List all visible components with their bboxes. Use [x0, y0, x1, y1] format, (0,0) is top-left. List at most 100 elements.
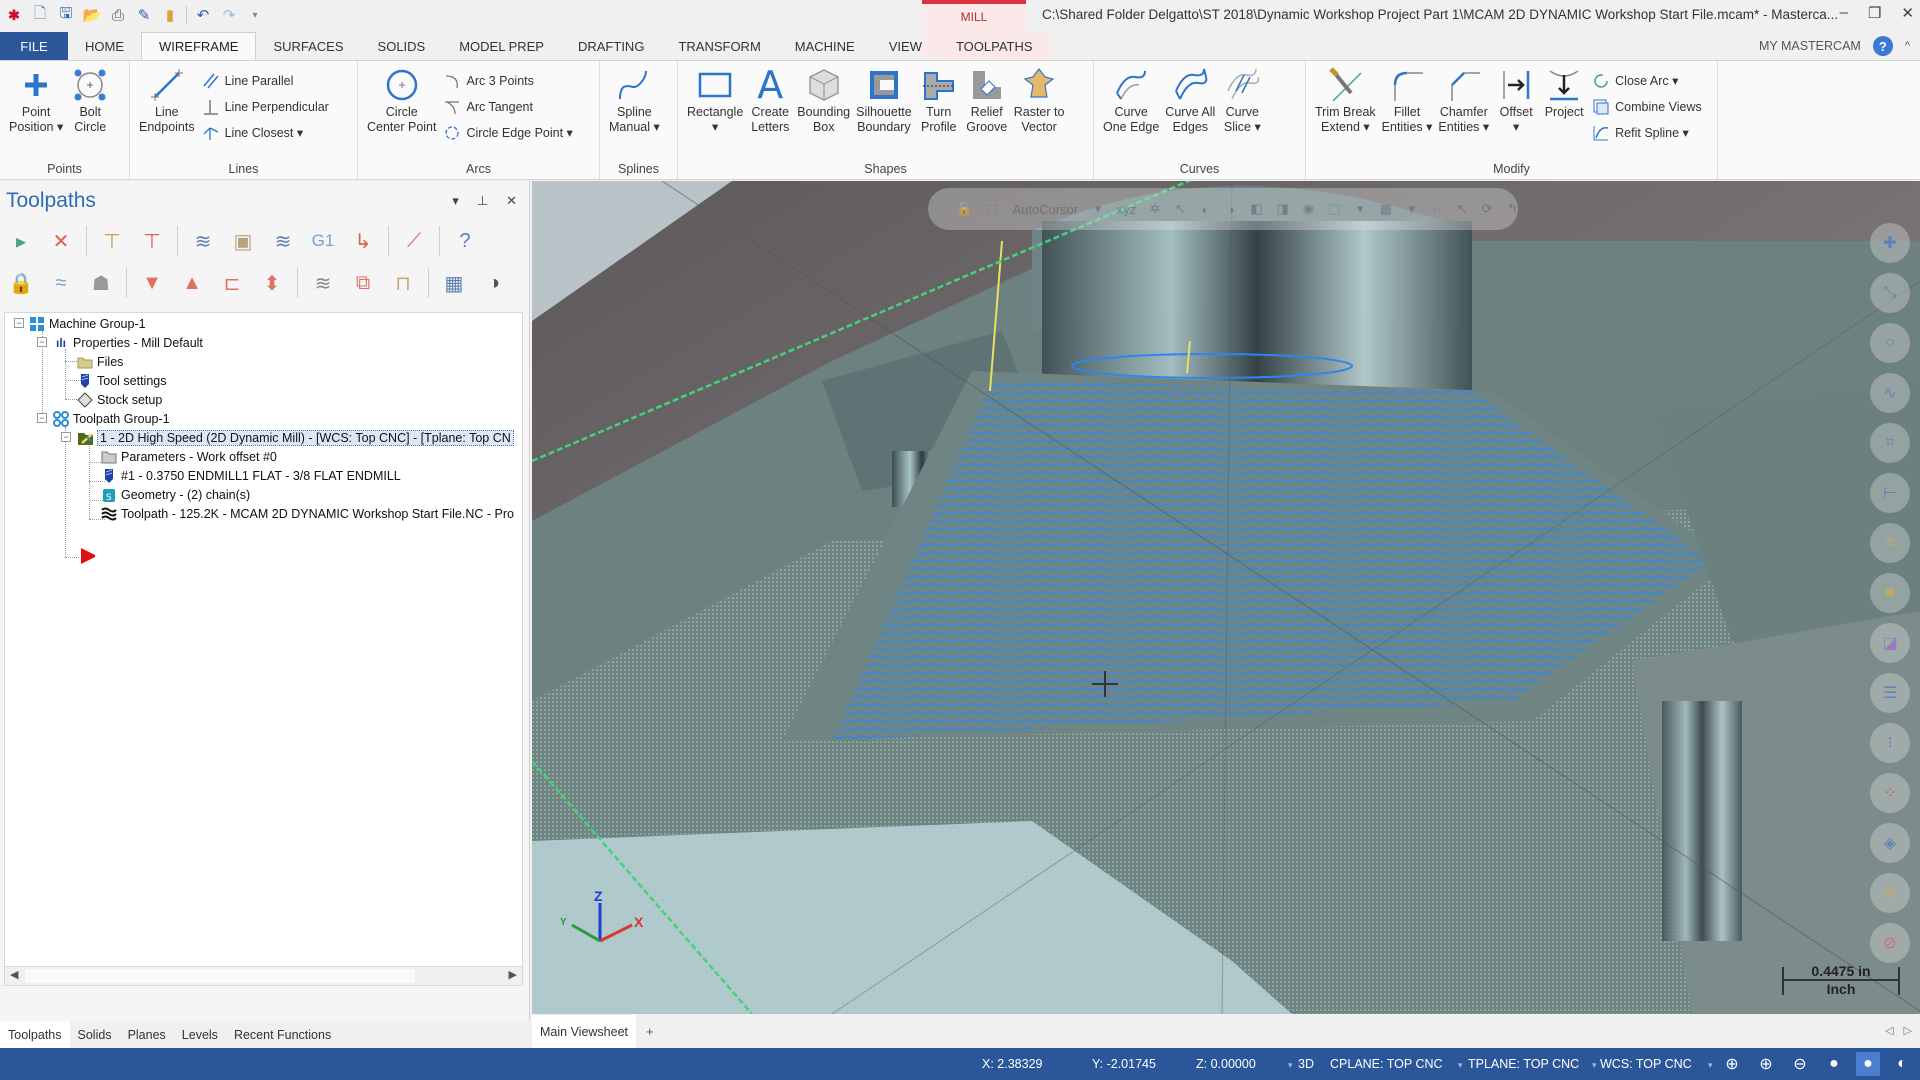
tab-drafting[interactable]: DRAFTING [561, 32, 661, 60]
select-last-icon[interactable]: ↖ [1456, 200, 1468, 218]
app-logo-icon[interactable]: ✱ [4, 5, 24, 25]
tplane-dropdown-icon[interactable]: ▾ [1582, 1057, 1597, 1071]
save-as-icon[interactable]: ✎ [134, 5, 154, 25]
select-cursor-icon[interactable]: ⬚ [986, 200, 998, 218]
autocursor-label[interactable]: AutoCursor [1012, 202, 1078, 217]
scroll-left-arrow-icon[interactable]: ◀ [10, 968, 18, 981]
scroll-insert-arrow-icon[interactable]: ⬍ [257, 268, 287, 298]
tab-model-prep[interactable]: MODEL PREP [442, 32, 561, 60]
combine-views-button[interactable]: Combine Views [1592, 95, 1702, 118]
redo-icon[interactable]: ↷ [219, 5, 239, 25]
settings-icon[interactable]: ✲ [1149, 200, 1161, 218]
only-display-selected-icon[interactable]: ≋ [308, 268, 338, 298]
color-palette-icon[interactable]: ⁘ [1870, 773, 1910, 813]
viewsheet-next-icon[interactable]: ▷ [1904, 1024, 1912, 1037]
circle-mask-icon[interactable]: ○ [1870, 323, 1910, 363]
line-closest-button[interactable]: Line Closest ▾ [202, 121, 329, 144]
insert-after-icon[interactable]: ⊏ [217, 268, 247, 298]
tree-node-operation[interactable]: 1 - 2D High Speed (2D Dynamic Mill) - [W… [77, 428, 514, 447]
viewsheet-tab-main[interactable]: Main Viewsheet [532, 1015, 637, 1048]
verify-icon[interactable]: ▣ [228, 226, 258, 256]
translucency-icon[interactable]: ◐ [1890, 1052, 1914, 1076]
spline-mask-icon[interactable]: ∿ [1870, 373, 1910, 413]
properties-icon[interactable]: ▮ [160, 5, 180, 25]
post-selected-icon[interactable]: G1 [308, 226, 338, 256]
section-globe-icon[interactable]: ⊖ [1788, 1052, 1812, 1076]
tree-node-tool-settings[interactable]: Tool settings [77, 371, 166, 390]
z-dropdown-icon[interactable]: ▾ [1278, 1057, 1293, 1071]
new-file-icon[interactable]: 🗋 [30, 5, 50, 25]
machine-simulation-icon[interactable]: ▦ [439, 268, 469, 298]
wcs-dropdown-icon[interactable]: ▾ [1698, 1057, 1713, 1071]
circle-edge-point-button[interactable]: Circle Edge Point ▾ [443, 121, 573, 144]
tree-node-properties[interactable]: ılı Properties - Mill Default [53, 333, 203, 352]
refit-spline-button[interactable]: Refit Spline ▾ [1592, 121, 1702, 144]
manager-tab-levels[interactable]: Levels [174, 1021, 226, 1048]
collapse-ribbon-icon[interactable]: ^ [1905, 40, 1910, 52]
tab-file[interactable]: FILE [0, 32, 68, 60]
graphics-viewport[interactable]: Z X Y 🔓 ⬚ AutoCursor ▾ xyz ✲ ↖ ◐ ◑ ◧ ◨ ◉… [532, 181, 1920, 1014]
expander-operation[interactable]: − [61, 432, 71, 442]
levels-mask-icon[interactable]: ◪ [1870, 623, 1910, 663]
backplot-icon[interactable]: ≋ [188, 226, 218, 256]
print-icon[interactable]: ⎙ [108, 5, 128, 25]
tree-node-parameters[interactable]: Parameters - Work offset #0 [101, 447, 277, 466]
verify-selection-icon[interactable]: ◌ [1431, 200, 1442, 218]
tab-transform[interactable]: TRANSFORM [661, 32, 777, 60]
tree-node-toolpath[interactable]: Toolpath - 125.2K - MCAM 2D DYNAMIC Work… [101, 504, 514, 523]
tree-node-geometry[interactable]: S Geometry - (2) chain(s) [101, 485, 250, 504]
manager-tab-recent-functions[interactable]: Recent Functions [226, 1021, 339, 1048]
mode-toggle[interactable]: 3D [1298, 1057, 1314, 1071]
regenerate-selected-icon[interactable]: ⊤ [97, 226, 127, 256]
tree-node-files[interactable]: Files [77, 352, 123, 371]
shaded-with-edges-icon[interactable]: ● [1856, 1052, 1880, 1076]
color-attribute-icon[interactable]: ⁝ [1870, 723, 1910, 763]
customize-qat-icon[interactable]: ▾ [245, 5, 265, 25]
cplane-dropdown-icon[interactable]: ▾ [1448, 1057, 1463, 1071]
minimize-button[interactable]: – [1840, 4, 1848, 22]
cplane-selector[interactable]: CPLANE: TOP CNC [1330, 1057, 1443, 1071]
panel-dropdown-icon[interactable]: ▾ [452, 193, 459, 209]
wireframe-globe-icon[interactable]: ⊕ [1720, 1052, 1744, 1076]
expander-properties[interactable]: − [37, 337, 47, 347]
solid-mask-icon[interactable]: ■ [1870, 573, 1910, 613]
arc-tangent-button[interactable]: Arc Tangent [443, 95, 572, 118]
gear-icon[interactable]: ✲ [1870, 873, 1910, 913]
line-mask-icon[interactable]: ⤡ [1870, 273, 1910, 313]
toggle-posting-ghost-icon[interactable]: ☗ [86, 268, 116, 298]
tab-machine[interactable]: MACHINE [778, 32, 872, 60]
tree-node-stock-setup[interactable]: Stock setup [77, 390, 162, 409]
solid-modify-mask-icon[interactable]: ≡ [1870, 523, 1910, 563]
wcs-selector[interactable]: WCS: TOP CNC [1600, 1057, 1692, 1071]
scroll-right-arrow-icon[interactable]: ▶ [509, 968, 517, 981]
z-coordinate[interactable]: Z: 0.00000 [1196, 1057, 1256, 1071]
dimension-mask-icon[interactable]: ⊢ [1870, 473, 1910, 513]
tree-horizontal-scrollbar[interactable]: ◀ ▶ [4, 966, 523, 986]
attributes-mask-icon[interactable]: ☰ [1870, 673, 1910, 713]
my-mastercam-link[interactable]: MY MASTERCAM [1759, 39, 1861, 53]
dropdown-icon[interactable]: ▾ [1354, 200, 1365, 218]
select-dirty-operations-icon[interactable]: ✕ [46, 226, 76, 256]
toolpath-editor-icon[interactable]: ⟋ [399, 226, 429, 256]
help-circle-icon[interactable]: ? [450, 226, 480, 256]
area-select-icon[interactable]: ▦ [1380, 200, 1392, 218]
tab-surfaces[interactable]: SURFACES [256, 32, 360, 60]
move-insert-down-icon[interactable]: ▼ [137, 268, 167, 298]
restore-button[interactable]: ❐ [1868, 4, 1881, 22]
save-icon[interactable]: 🖫 [56, 5, 76, 25]
manager-tab-planes[interactable]: Planes [120, 1021, 174, 1048]
panel-close-icon[interactable]: ✕ [506, 193, 517, 209]
lock-icon[interactable]: 🔒 [6, 268, 36, 298]
solid-select-icon[interactable]: ◐ [1200, 200, 1211, 218]
layers-stack-icon[interactable]: ◈ [1870, 823, 1910, 863]
tab-home[interactable]: HOME [68, 32, 141, 60]
regenerate-dirty-icon[interactable]: ⊤ [137, 226, 167, 256]
reselect-icon[interactable]: ⟳ [1482, 200, 1493, 218]
xyz-icon[interactable]: xyz [1117, 200, 1137, 218]
panel-pin-icon[interactable]: ⊥ [477, 193, 488, 209]
scrollbar-thumb[interactable] [25, 969, 415, 983]
display-associated-geometry-icon[interactable]: ⧉ [348, 268, 378, 298]
undo-icon[interactable]: ↶ [193, 5, 213, 25]
manager-tab-toolpaths[interactable]: Toolpaths [0, 1021, 70, 1048]
line-parallel-button[interactable]: Line Parallel [202, 69, 329, 92]
